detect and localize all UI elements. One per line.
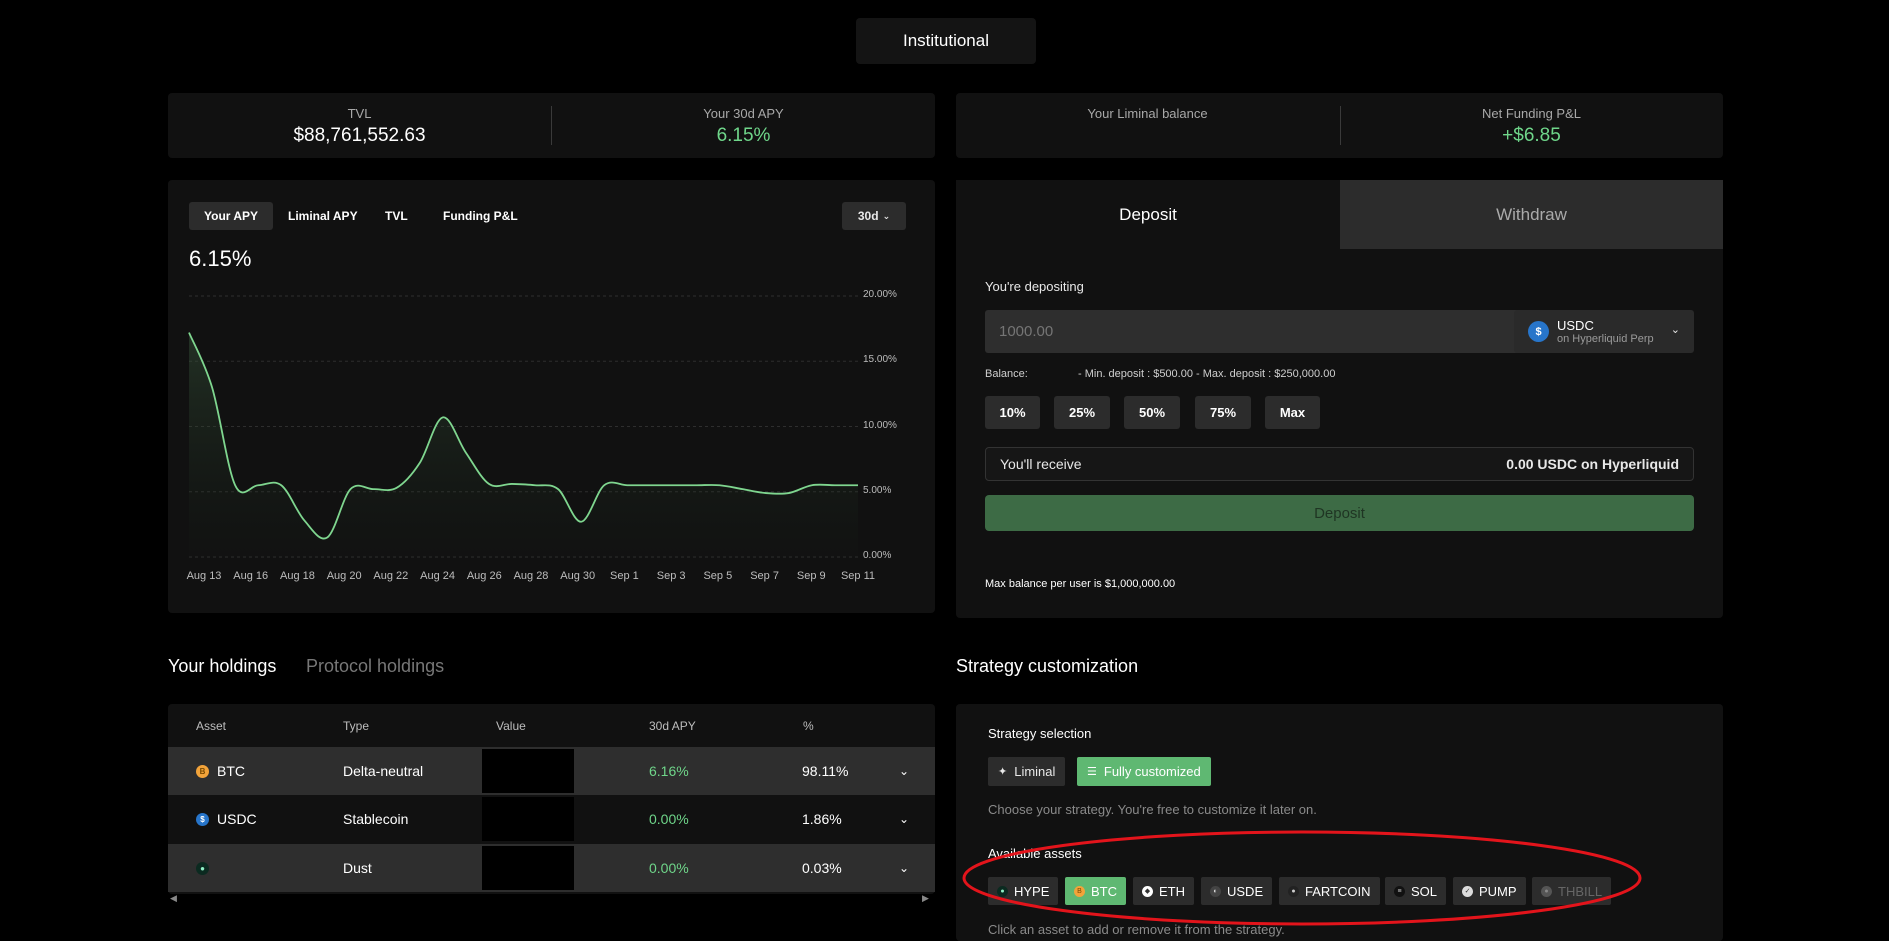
type-cell: Dust [343,860,372,876]
x-tick-label: Sep 5 [703,570,733,582]
type-cell: Delta-neutral [343,763,424,779]
receive-summary: You'll receive 0.00 USDC on Hyperliquid [985,447,1694,481]
strategy-option-fully-customized[interactable]: ☰ Fully customized [1077,757,1211,786]
chevron-down-icon[interactable]: ⌄ [899,795,909,843]
usdc-icon: $ [1528,321,1549,342]
receive-value: 0.00 USDC on Hyperliquid [1506,456,1679,472]
table-row[interactable]: ● Dust 0.00% 0.03% ⌄ [168,844,935,892]
y-tick-label: 15.00% [863,354,897,366]
deposit-tab[interactable]: Deposit [956,180,1340,249]
y-tick-label: 5.00% [863,484,892,496]
deposit-submit-button[interactable]: Deposit [985,495,1694,531]
asset-name: BTC [217,763,245,779]
x-tick-label: Aug 28 [513,570,549,582]
x-tick-label: Sep 7 [750,570,779,582]
chevron-down-icon[interactable]: ⌄ [899,844,909,892]
balance-label: Balance: [985,368,1028,380]
type-cell: Stablecoin [343,811,409,827]
token-network: on Hyperliquid Perp [1557,333,1654,345]
apy-cell: 6.16% [649,763,689,779]
asset-cell: B BTC [196,747,245,795]
max-button[interactable]: Max [1265,396,1320,429]
x-tick-label: Aug 16 [233,570,269,582]
option-label: Fully customized [1103,764,1201,779]
token-select[interactable]: $ USDC on Hyperliquid Perp ⌄ [1514,310,1694,353]
x-tick-label: Aug 30 [560,570,596,582]
depositing-label: You're depositing [985,279,1084,294]
token-symbol: USDC [1557,318,1594,333]
highlight-annotation [962,830,1642,926]
x-tick-label: Aug 26 [466,570,502,582]
col-asset: Asset [196,719,227,733]
scroll-left-icon[interactable]: ◀ [170,893,177,904]
pct-75-button[interactable]: 75% [1195,396,1251,429]
x-tick-label: Sep 11 [840,570,876,582]
x-tick-label: Aug 24 [420,570,455,582]
pct-50-button[interactable]: 50% [1124,396,1180,429]
pct-10-button[interactable]: 10% [985,396,1040,429]
asset-cell: $ USDC [196,795,257,843]
col-pct: % [803,719,814,733]
max-balance-note: Max balance per user is $1,000,000.00 [985,578,1176,590]
x-tick-label: Sep 9 [796,570,826,582]
x-tick-label: Aug 20 [326,570,362,582]
x-tick-label: Sep 1 [610,570,639,582]
x-tick-label: Aug 22 [373,570,409,582]
x-tick-label: Aug 18 [279,570,315,582]
apy-cell: 0.00% [649,860,689,876]
value-redacted [482,846,574,890]
sliders-icon: ☰ [1087,766,1097,778]
option-label: Liminal [1014,764,1056,779]
col-type: Type [343,719,370,733]
table-row[interactable]: $ USDC Stablecoin 0.00% 1.86% ⌄ [168,795,935,843]
y-tick-label: 0.00% [863,550,892,561]
value-redacted [482,797,574,841]
y-tick-label: 10.00% [863,419,897,431]
pct-cell: 0.03% [802,860,842,876]
tab-protocol-holdings[interactable]: Protocol holdings [306,656,444,677]
strategy-selection-label: Strategy selection [988,726,1092,741]
deposit-limits: - Min. deposit : $500.00 - Max. deposit … [1078,368,1336,380]
chevron-down-icon: ⌄ [1670,324,1680,336]
asset-cell: ● [196,844,217,892]
x-tick-label: Aug 13 [186,570,222,582]
y-tick-label: 20.00% [863,289,897,300]
receive-label: You'll receive [1000,456,1082,472]
col-apy: 30d APY [649,719,696,733]
table-row[interactable]: B BTC Delta-neutral 6.16% 98.11% ⌄ [168,747,935,795]
strategy-title: Strategy customization [956,656,1139,676]
value-redacted [482,749,574,793]
hype-icon: ● [196,861,209,875]
chart-area [189,332,858,557]
strategy-option-liminal[interactable]: ✦ Liminal [988,757,1066,786]
pct-25-button[interactable]: 25% [1054,396,1110,429]
x-tick-label: Sep 3 [656,570,686,582]
pct-cell: 1.86% [802,811,842,827]
btc-icon: B [196,764,209,778]
scroll-right-icon[interactable]: ▶ [922,893,929,904]
strategy-help-text: Choose your strategy. You're free to cus… [988,802,1317,817]
tab-your-holdings[interactable]: Your holdings [168,656,276,677]
withdraw-tab[interactable]: Withdraw [1340,180,1723,249]
asset-name: USDC [217,811,257,827]
col-value: Value [496,719,526,733]
amount-input[interactable] [985,310,1533,353]
liminal-icon: ✦ [998,766,1008,778]
chevron-down-icon[interactable]: ⌄ [899,747,909,795]
apy-cell: 0.00% [649,811,689,827]
usdc-icon: $ [196,812,209,826]
pct-cell: 98.11% [802,763,849,779]
